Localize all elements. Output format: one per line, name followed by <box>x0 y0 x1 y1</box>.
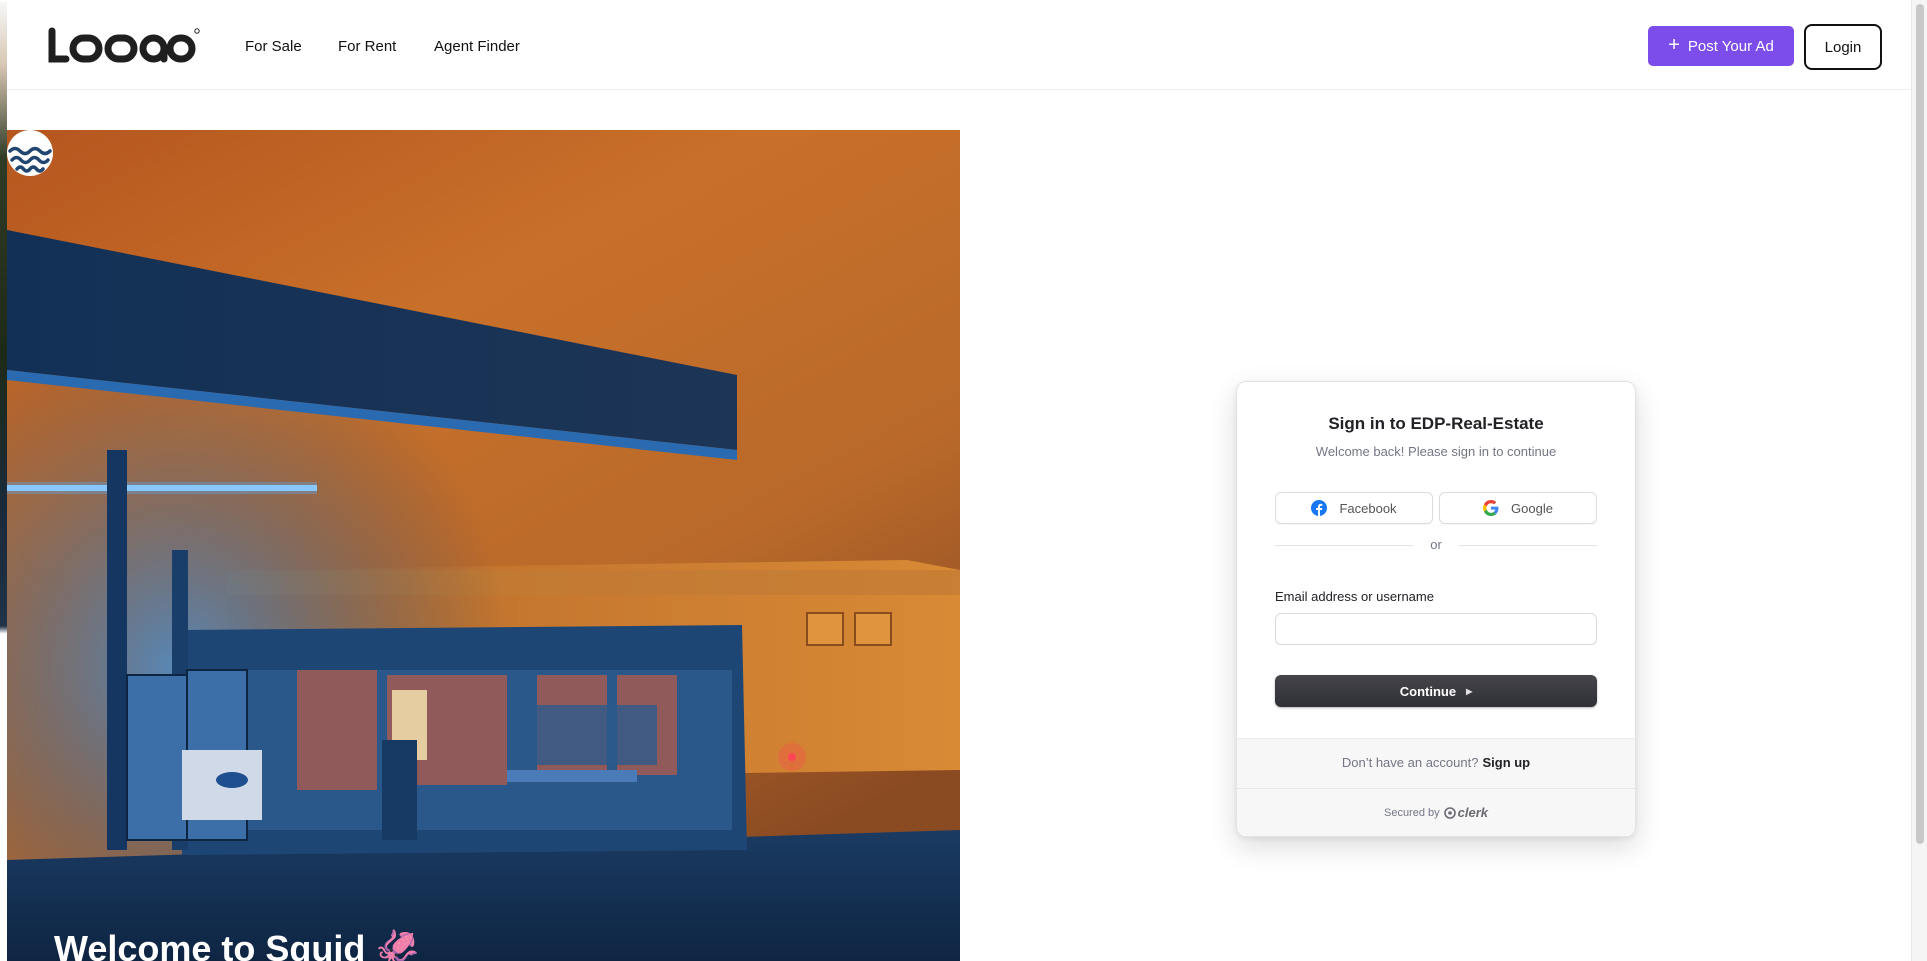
secured-by: Secured by clerk <box>1237 805 1635 820</box>
caret-right-icon: ▶ <box>1466 686 1473 696</box>
continue-button[interactable]: Continue ▶ <box>1275 675 1597 707</box>
no-account-text: Don’t have an account? <box>1341 755 1479 770</box>
signin-subtitle: Welcome back! Please sign in to continue <box>1315 444 1557 459</box>
google-button[interactable]: Google <box>1439 492 1597 524</box>
wave-logo-icon <box>7 130 53 176</box>
signup-row: Don’t have an account? Sign up <box>1237 755 1635 770</box>
signin-card: Sign in to EDP-Real-Estate Welcome back!… <box>1236 381 1636 837</box>
gas-station-photo <box>7 130 960 961</box>
signin-footer: Don’t have an account? Sign up Secured by… <box>1237 738 1635 836</box>
login-button[interactable]: Login <box>1804 24 1882 70</box>
post-ad-label: Post Your Ad <box>1687 37 1774 55</box>
post-ad-button[interactable]: + Post Your Ad <box>1648 26 1794 66</box>
continue-label: Continue <box>1399 683 1457 699</box>
plus-icon: + <box>1668 34 1680 56</box>
divider-right <box>1459 545 1597 546</box>
signin-title: Sign in to EDP-Real-Estate <box>1328 414 1544 433</box>
signup-link[interactable]: Sign up <box>1482 755 1530 770</box>
email-field[interactable] <box>1275 613 1597 645</box>
nav-for-sale[interactable]: For Sale <box>245 38 302 55</box>
secured-by-text: Secured by <box>1383 806 1440 819</box>
email-label: Email address or username <box>1275 589 1434 604</box>
site-header: For Sale For Rent Agent Finder + Post Yo… <box>7 2 1911 90</box>
footer-divider <box>1237 788 1635 789</box>
background-edge <box>0 2 7 782</box>
facebook-button[interactable]: Facebook <box>1275 492 1433 524</box>
facebook-label: Facebook <box>1339 500 1397 516</box>
clerk-icon <box>1443 806 1456 819</box>
clerk-logo[interactable]: clerk <box>1443 805 1489 820</box>
facebook-icon <box>1311 500 1328 516</box>
scrollbar-thumb[interactable] <box>1916 4 1924 844</box>
google-label: Google <box>1511 500 1553 516</box>
page-scrollbar[interactable] <box>1911 0 1927 961</box>
clerk-label: clerk <box>1457 805 1489 820</box>
nav-agent-finder[interactable]: Agent Finder <box>434 38 520 55</box>
site-logo[interactable] <box>46 26 200 66</box>
hero-image-panel: Welcome to Squid 🦑 <box>7 130 960 961</box>
nav-for-rent[interactable]: For Rent <box>338 38 396 55</box>
google-icon <box>1483 500 1499 516</box>
hero-title: Welcome to Squid 🦑 <box>54 928 421 961</box>
